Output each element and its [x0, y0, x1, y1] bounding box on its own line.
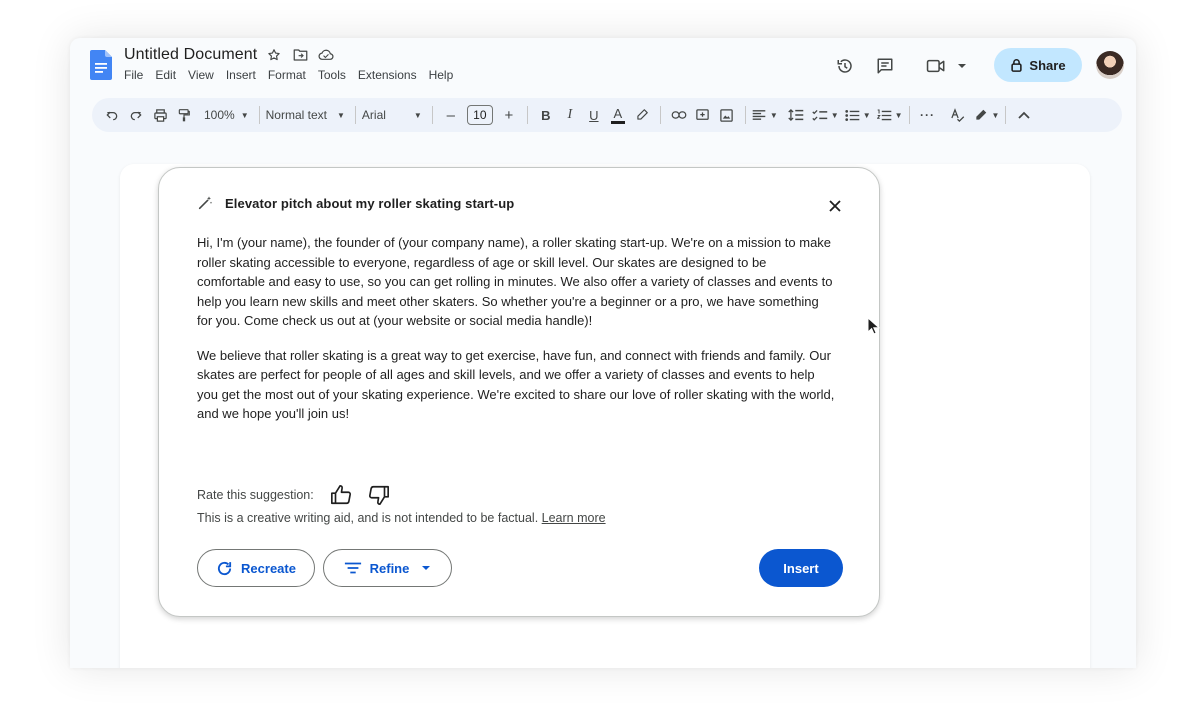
refine-chevron-down-icon: [422, 566, 431, 570]
toolbar-divider: [1005, 106, 1007, 124]
document-title[interactable]: Untitled Document: [124, 46, 257, 64]
menu-edit[interactable]: Edit: [155, 68, 176, 82]
decrease-font-size-button[interactable]: –: [439, 103, 463, 127]
style-value: Normal text: [265, 108, 327, 122]
font-chevron-down-icon: ▼: [413, 110, 422, 120]
toolbar-divider: [354, 106, 356, 124]
spellcheck-icon[interactable]: [946, 103, 970, 127]
disclaimer-label: This is a creative writing aid, and is n…: [197, 511, 539, 525]
zoom-value: 100%: [204, 108, 235, 122]
refine-button[interactable]: Refine: [323, 549, 452, 587]
align-left-icon[interactable]: ▼: [752, 103, 778, 127]
toolbar-divider: [258, 106, 260, 124]
text-color-button[interactable]: A: [610, 106, 625, 124]
font-size-input[interactable]: 10: [466, 105, 493, 125]
avatar[interactable]: [1096, 51, 1124, 79]
insert-image-icon[interactable]: [715, 103, 739, 127]
numbered-list-icon[interactable]: ▼: [876, 103, 903, 127]
menu-help[interactable]: Help: [429, 68, 454, 82]
rate-label: Rate this suggestion:: [197, 488, 314, 502]
editing-mode-chevron-down-icon: ▼: [991, 110, 1000, 120]
help-me-write-card: Elevator pitch about my roller skating s…: [158, 167, 880, 617]
menu-bar: File Edit View Insert Format Tools Exten…: [124, 68, 465, 82]
insert-button[interactable]: Insert: [759, 549, 843, 587]
thumbs-up-icon[interactable]: [328, 482, 354, 508]
disclaimer-text: This is a creative writing aid, and is n…: [197, 511, 606, 525]
more-options-icon[interactable]: ···: [916, 103, 940, 127]
menu-format[interactable]: Format: [268, 68, 306, 82]
zoom-select[interactable]: 100% ▼: [204, 103, 249, 127]
numbered-chevron-down-icon: ▼: [894, 110, 903, 120]
collapse-menus-chevron-up-icon[interactable]: [1012, 103, 1036, 127]
cloud-saved-icon[interactable]: [318, 47, 334, 63]
font-value: Arial: [361, 108, 386, 122]
rate-suggestion-row: Rate this suggestion:: [197, 482, 404, 508]
refine-label: Refine: [369, 560, 410, 576]
menu-view[interactable]: View: [188, 68, 214, 82]
docs-logo-icon[interactable]: [90, 50, 112, 80]
toolbar-divider: [659, 106, 661, 124]
mouse-pointer-icon: [867, 317, 881, 335]
card-header: Elevator pitch about my roller skating s…: [197, 195, 514, 211]
checklist-icon[interactable]: ▼: [812, 103, 839, 127]
undo-icon[interactable]: [100, 103, 124, 127]
share-button[interactable]: Share: [994, 48, 1082, 82]
refresh-icon: [217, 561, 232, 575]
history-icon[interactable]: [835, 56, 855, 76]
menu-insert[interactable]: Insert: [226, 68, 256, 82]
underline-button[interactable]: U: [582, 103, 606, 127]
recreate-label: Recreate: [241, 560, 296, 576]
formatting-toolbar: 100% ▼ Normal text ▼ Arial ▼ – 10 + B I …: [92, 98, 1122, 132]
paint-format-icon[interactable]: [172, 103, 196, 127]
lock-icon: [1011, 59, 1023, 72]
suggestion-paragraph: We believe that roller skating is a grea…: [197, 347, 835, 422]
star-icon[interactable]: [266, 47, 282, 63]
bold-button[interactable]: B: [534, 103, 558, 127]
bulleted-list-icon[interactable]: ▼: [845, 103, 871, 127]
learn-more-link[interactable]: Learn more: [542, 511, 606, 525]
style-select[interactable]: Normal text ▼: [266, 103, 345, 127]
bullet-chevron-down-icon: ▼: [862, 110, 871, 120]
add-comment-icon[interactable]: [691, 103, 715, 127]
increase-font-size-button[interactable]: +: [497, 103, 521, 127]
suggestion-paragraph: Hi, I'm (your name), the founder of (you…: [197, 235, 833, 328]
card-title: Elevator pitch about my roller skating s…: [225, 195, 515, 211]
meet-icon[interactable]: [926, 56, 946, 76]
menu-extensions[interactable]: Extensions: [358, 68, 417, 82]
meet-chevron-down-icon[interactable]: [952, 56, 972, 76]
link-icon[interactable]: [667, 103, 691, 127]
thumbs-down-icon[interactable]: [366, 482, 392, 508]
toolbar-divider: [908, 106, 910, 124]
style-chevron-down-icon: ▼: [336, 110, 345, 120]
editing-mode-pencil-icon[interactable]: ▼: [974, 103, 1000, 127]
toolbar-divider: [744, 106, 746, 124]
suggestion-text: Hi, I'm (your name), the founder of (you…: [197, 233, 837, 439]
highlight-icon[interactable]: [630, 103, 654, 127]
menu-tools[interactable]: Tools: [318, 68, 346, 82]
redo-icon[interactable]: [124, 103, 148, 127]
move-folder-icon[interactable]: [292, 47, 308, 63]
toolbar-divider: [431, 106, 433, 124]
zoom-chevron-down-icon: ▼: [240, 110, 249, 120]
share-label: Share: [1029, 57, 1066, 73]
align-chevron-down-icon: ▼: [769, 110, 778, 120]
recreate-button[interactable]: Recreate: [197, 549, 315, 587]
print-icon[interactable]: [148, 103, 172, 127]
line-spacing-icon[interactable]: [784, 103, 808, 127]
italic-button[interactable]: I: [558, 103, 582, 127]
close-icon[interactable]: [827, 198, 843, 214]
title-actions: [266, 47, 334, 63]
font-select[interactable]: Arial ▼: [362, 103, 422, 127]
checklist-chevron-down-icon: ▼: [830, 110, 839, 120]
menu-file[interactable]: File: [124, 68, 143, 82]
comment-icon[interactable]: [875, 56, 895, 76]
toolbar-divider: [526, 106, 528, 124]
filter-icon: [344, 562, 361, 574]
magic-wand-icon: [198, 196, 213, 210]
